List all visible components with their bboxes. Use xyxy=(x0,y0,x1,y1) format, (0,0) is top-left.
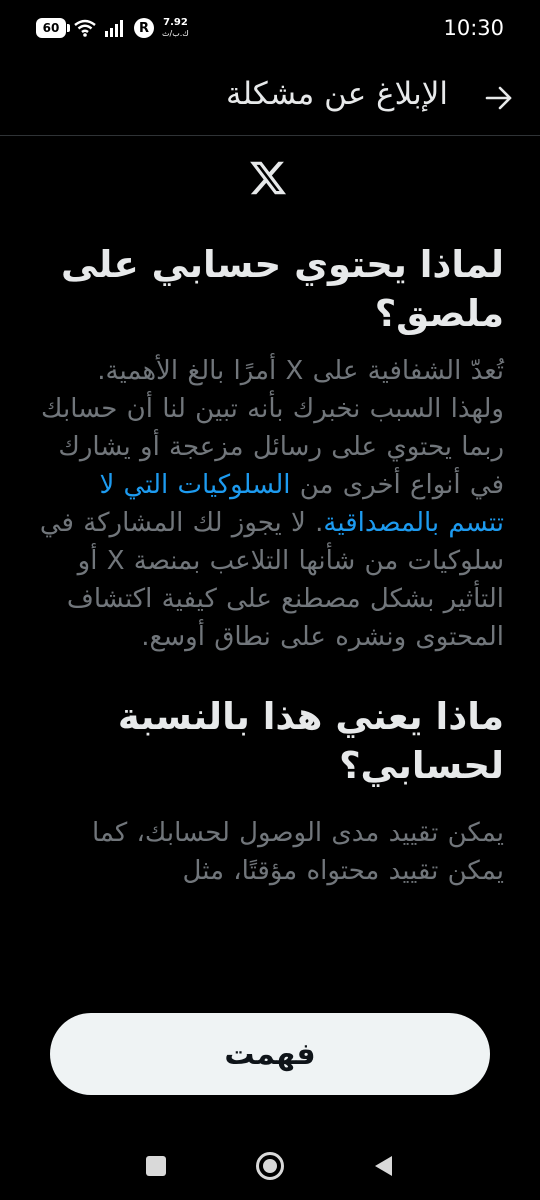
network-speed-value: 7.92 xyxy=(163,17,188,28)
paragraph-restrictions: يمكن تقييد مدى الوصول لحسابك، كما يمكن ت… xyxy=(91,818,504,886)
paragraph-transparency: تُعدّ الشفافية على X أمرًا بالغ الأهمية.… xyxy=(36,352,504,656)
page-title: الإبلاغ عن مشكلة xyxy=(226,76,448,112)
clock: 10:30 xyxy=(443,16,504,40)
network-speed-unit: ك.ب/ث xyxy=(162,29,189,38)
home-icon[interactable] xyxy=(256,1152,284,1180)
status-bar: 60 R 7.92 ك.ب/ث 10:30 xyxy=(0,0,540,58)
battery-indicator: 60 xyxy=(36,18,70,38)
wifi-icon xyxy=(74,19,96,37)
back-triangle-icon[interactable] xyxy=(372,1154,396,1178)
navigation-bar xyxy=(0,1130,540,1200)
signal-icon xyxy=(105,20,123,37)
heading-what-it-means: ماذا يعني هذا بالنسبة لحسابي؟ xyxy=(117,695,504,787)
arrow-right-icon[interactable] xyxy=(484,84,514,112)
recent-apps-icon[interactable] xyxy=(146,1156,166,1176)
screen: 60 R 7.92 ك.ب/ث 10:30 الإبلاغ عن مشكلة ل… xyxy=(0,0,540,1200)
content: لماذا يحتوي حسابي على ملصق؟ تُعدّ الشفاف… xyxy=(36,240,504,890)
header: الإبلاغ عن مشكلة xyxy=(0,60,540,136)
heading-why-label: لماذا يحتوي حسابي على ملصق؟ xyxy=(60,243,504,335)
got-it-button[interactable]: فهمت xyxy=(50,1013,490,1095)
x-logo-icon xyxy=(250,161,287,195)
status-icons: 60 R 7.92 ك.ب/ث xyxy=(36,16,189,40)
r-badge-icon: R xyxy=(134,18,154,38)
network-speed: 7.92 ك.ب/ث xyxy=(162,18,189,38)
